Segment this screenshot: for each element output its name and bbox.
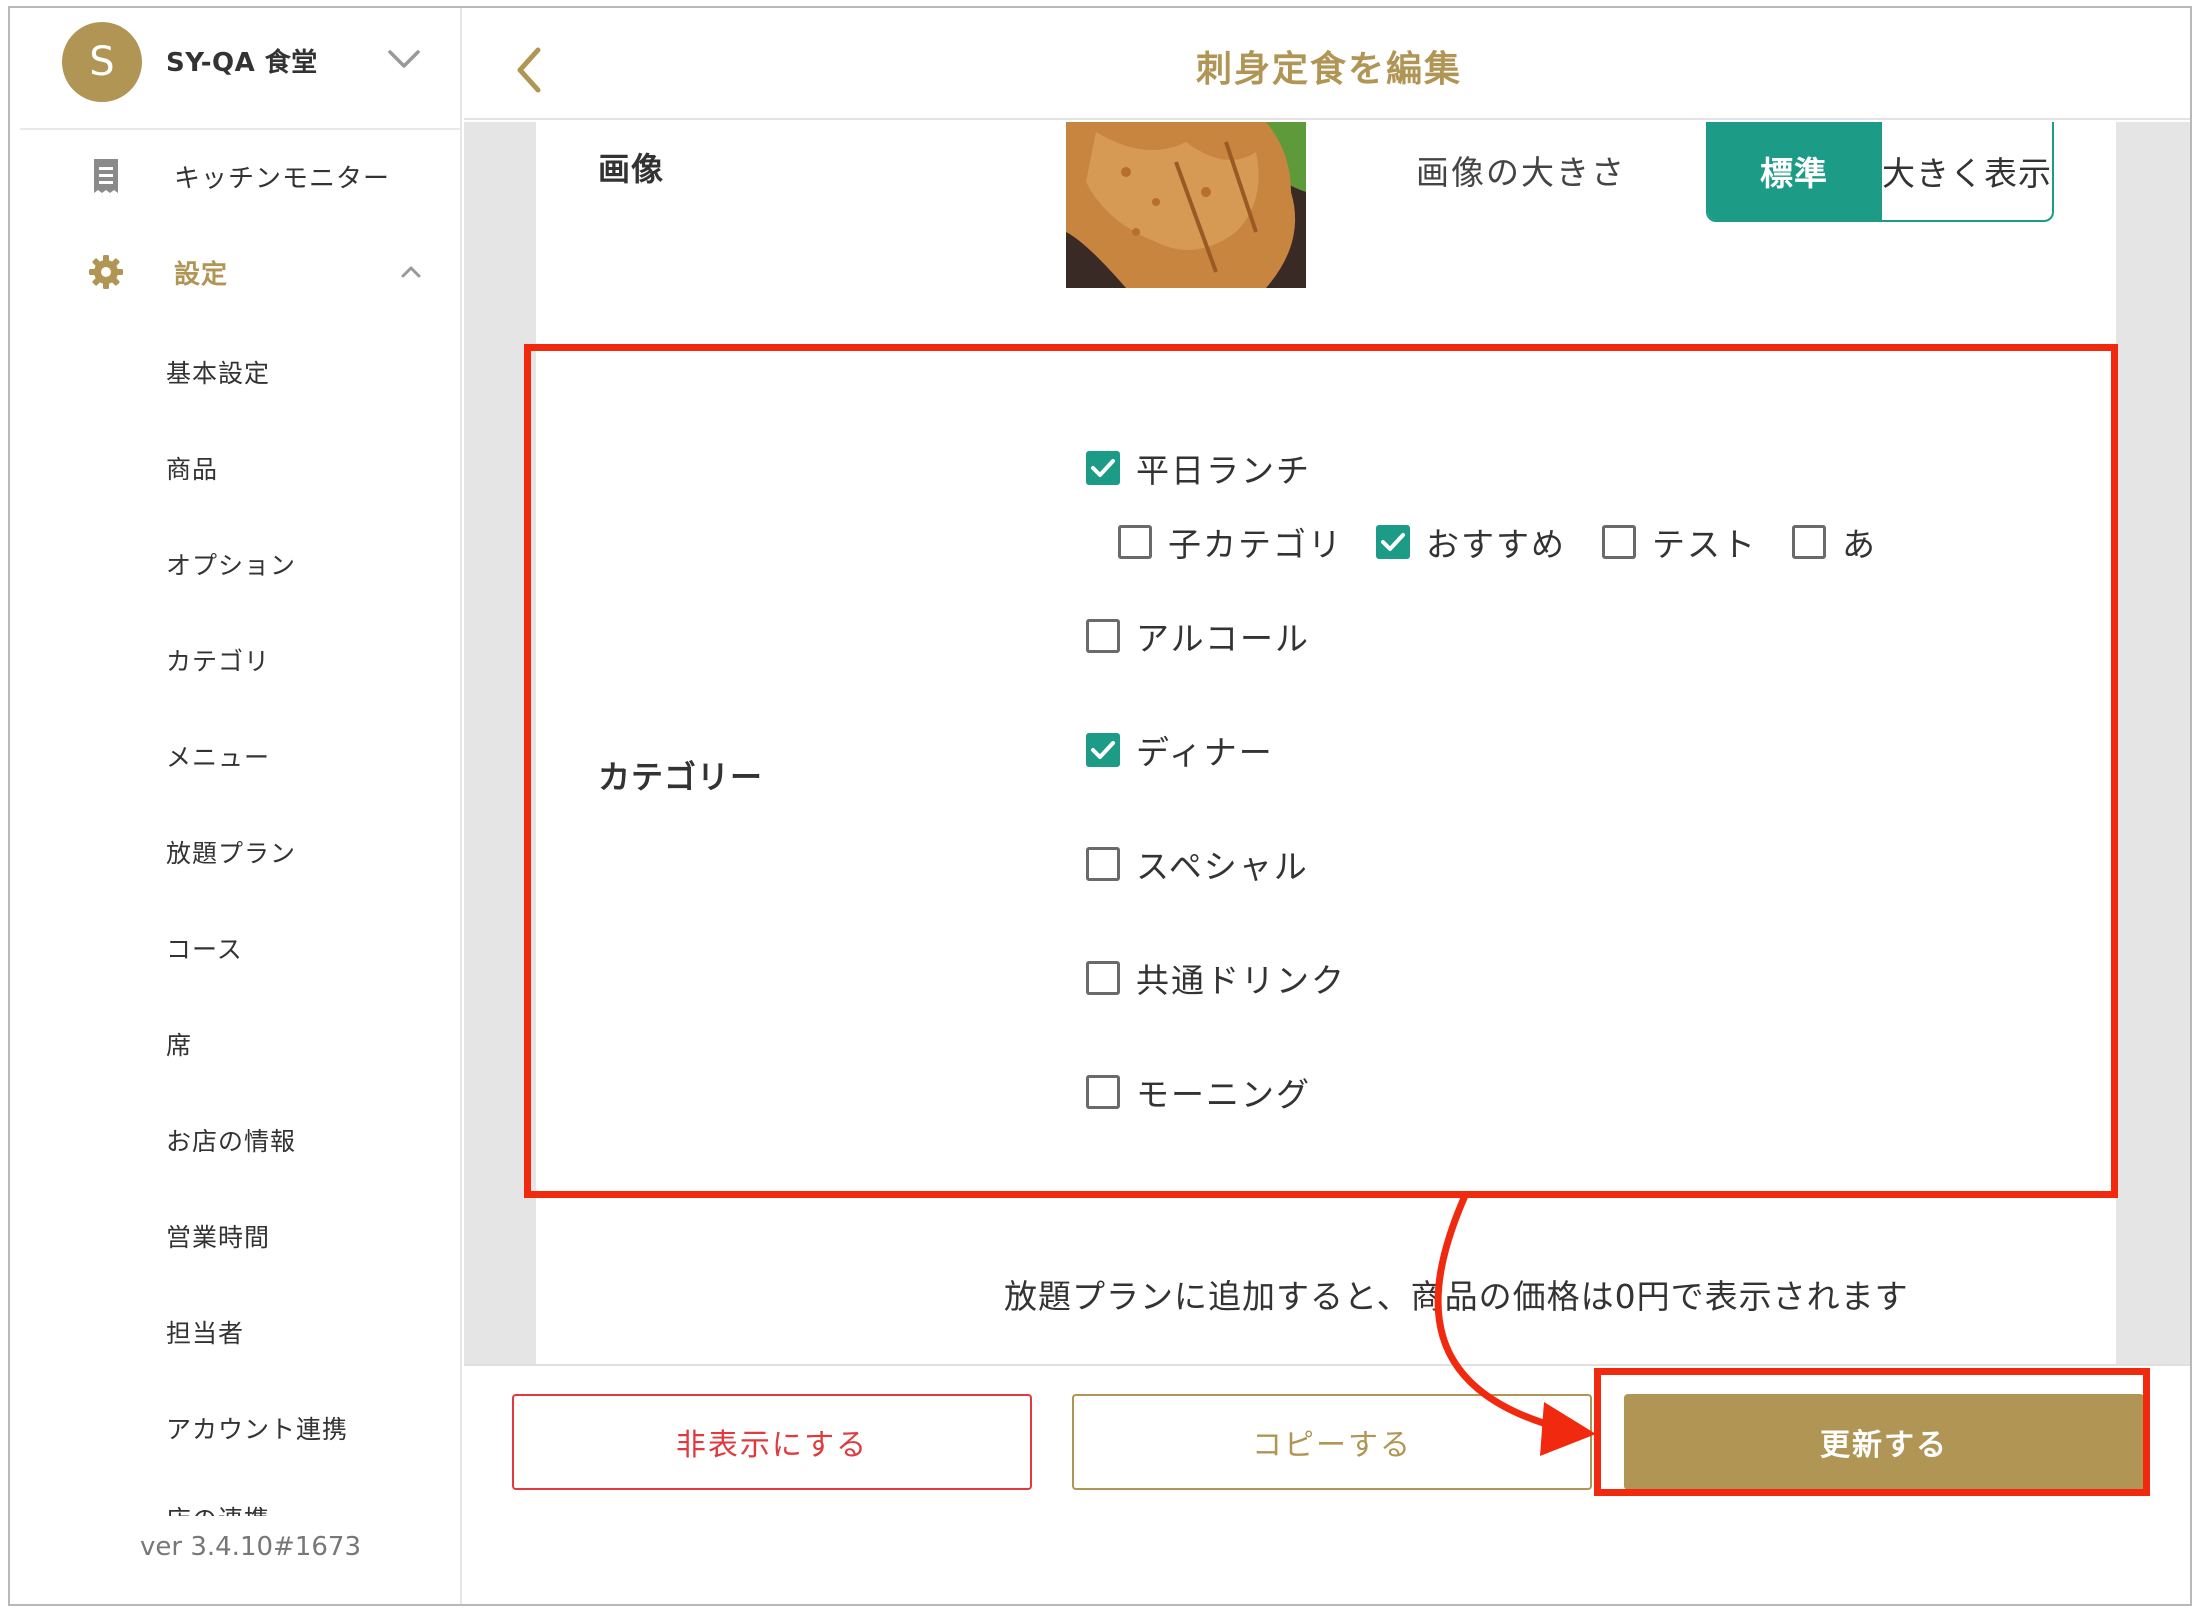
- category-checkbox[interactable]: 平日ランチ: [1086, 444, 1311, 492]
- category-checkbox[interactable]: アルコール: [1086, 612, 1310, 660]
- sidebar-subitem-label: 基本設定: [166, 359, 271, 388]
- sidebar-subitem-label: 商品: [166, 455, 219, 484]
- sidebar-subitem-label: お店の情報: [166, 1127, 297, 1156]
- checkbox-checked-icon[interactable]: [1376, 525, 1410, 559]
- sidebar-subitem-label: メニュー: [166, 743, 271, 772]
- sidebar-subitem-label: アカウント連携: [166, 1415, 349, 1444]
- image-size-label: 画像の大きさ: [1416, 153, 1626, 192]
- main-panel: 刺身定食を編集 画像 画像の大きさ 標準 大きく表示 カテゴリー 平日ランチ 子…: [464, 8, 2190, 1604]
- image-section-label: 画像: [598, 150, 665, 188]
- sidebar-subitem-staff[interactable]: 担当者: [10, 1300, 460, 1360]
- category-checkbox[interactable]: あ: [1792, 518, 1877, 566]
- sidebar-subitem-products[interactable]: 商品: [10, 436, 460, 496]
- checkbox-unchecked-icon[interactable]: [1086, 961, 1120, 995]
- sidebar-subitem-business-hours[interactable]: 営業時間: [10, 1204, 460, 1264]
- category-section-label: カテゴリー: [598, 758, 764, 796]
- checkbox-unchecked-icon[interactable]: [1086, 619, 1120, 653]
- sidebar-subitem-account-link[interactable]: アカウント連携: [10, 1396, 460, 1456]
- sidebar-subitem-label: 放題プラン: [166, 839, 297, 868]
- category-label: おすすめ: [1426, 525, 1566, 564]
- checkbox-unchecked-icon[interactable]: [1602, 525, 1636, 559]
- app-version: ver 3.4.10#1673: [140, 1532, 361, 1562]
- checkbox-checked-icon[interactable]: [1086, 451, 1120, 485]
- category-checkbox[interactable]: スペシャル: [1086, 840, 1309, 888]
- sidebar-subitem-all-you-can-plans[interactable]: 放題プラン: [10, 820, 460, 880]
- store-switcher[interactable]: S SY-QA 食堂: [10, 8, 462, 130]
- sidebar-subitem-partial[interactable]: 店の連携: [10, 1500, 460, 1516]
- content-scroll-area[interactable]: 画像 画像の大きさ 標準 大きく表示 カテゴリー 平日ランチ 子カテゴリ おすす…: [464, 122, 2190, 1364]
- sidebar-subitem-label: コース: [166, 935, 243, 964]
- sidebar-subitem-courses[interactable]: コース: [10, 916, 460, 976]
- sidebar-item-settings[interactable]: 設定: [10, 240, 460, 304]
- sidebar: S SY-QA 食堂 キッチンモニター 設定 基本設定 商品 オプション カテゴ…: [10, 8, 462, 1604]
- category-label: スペシャル: [1136, 847, 1309, 886]
- gear-icon: [89, 255, 123, 289]
- category-label: テスト: [1652, 525, 1757, 564]
- chevron-down-icon[interactable]: [386, 44, 422, 74]
- sidebar-subitem-label: カテゴリ: [166, 647, 271, 676]
- checkbox-unchecked-icon[interactable]: [1118, 525, 1152, 559]
- image-size-toggle: 標準 大きく表示: [1706, 122, 2054, 222]
- category-checkbox[interactable]: ディナー: [1086, 726, 1274, 774]
- category-label: モーニング: [1136, 1075, 1311, 1114]
- sidebar-subitem-label: オプション: [166, 551, 297, 580]
- sidebar-subitem-categories[interactable]: カテゴリ: [10, 628, 460, 688]
- sidebar-subitem-options[interactable]: オプション: [10, 532, 460, 592]
- sidebar-subitem-label: 営業時間: [166, 1223, 271, 1252]
- sidebar-item-kitchen-monitor[interactable]: キッチンモニター: [10, 144, 460, 208]
- image-size-large-button[interactable]: 大きく表示: [1880, 122, 2052, 220]
- sidebar-divider: [20, 128, 462, 130]
- app-window: S SY-QA 食堂 キッチンモニター 設定 基本設定 商品 オプション カテゴ…: [8, 6, 2192, 1606]
- sidebar-subitem-label: 担当者: [166, 1319, 245, 1348]
- sidebar-subitem-store-info[interactable]: お店の情報: [10, 1108, 460, 1168]
- category-label: 平日ランチ: [1136, 451, 1311, 490]
- receipt-icon: [94, 159, 118, 193]
- update-button[interactable]: 更新する: [1624, 1394, 2144, 1490]
- sidebar-subitem-seats[interactable]: 席: [10, 1012, 460, 1072]
- checkbox-unchecked-icon[interactable]: [1792, 525, 1826, 559]
- sidebar-subitem-label: 店の連携: [166, 1500, 270, 1516]
- sidebar-item-label: 設定: [174, 259, 229, 290]
- sidebar-subitem-label: 席: [166, 1031, 193, 1060]
- price-note: 放題プランに追加すると、商品の価格は0円で表示されます: [1004, 1277, 1909, 1316]
- category-checkbox[interactable]: モーニング: [1086, 1068, 1311, 1116]
- image-size-standard-button[interactable]: 標準: [1708, 122, 1880, 220]
- sidebar-subitem-menu[interactable]: メニュー: [10, 724, 460, 784]
- category-label: 子カテゴリ: [1168, 525, 1343, 564]
- sidebar-item-label: キッチンモニター: [174, 163, 391, 194]
- sidebar-subitem-basic-settings[interactable]: 基本設定: [10, 340, 460, 400]
- product-thumbnail[interactable]: [1066, 122, 1306, 288]
- store-avatar: S: [62, 22, 142, 102]
- checkbox-checked-icon[interactable]: [1086, 733, 1120, 767]
- category-label: アルコール: [1136, 619, 1311, 658]
- edit-form-card: 画像 画像の大きさ 標準 大きく表示 カテゴリー 平日ランチ 子カテゴリ おすす…: [536, 122, 2116, 1364]
- checkbox-unchecked-icon[interactable]: [1086, 1075, 1120, 1109]
- checkbox-unchecked-icon[interactable]: [1086, 847, 1120, 881]
- store-name: SY-QA 食堂: [166, 48, 318, 78]
- category-checkbox[interactable]: 共通ドリンク: [1086, 954, 1346, 1002]
- category-label: 共通ドリンク: [1136, 961, 1346, 1000]
- chevron-up-icon[interactable]: [398, 262, 424, 282]
- copy-button[interactable]: コピーする: [1072, 1394, 1592, 1490]
- hide-button[interactable]: 非表示にする: [512, 1394, 1032, 1490]
- category-checkbox[interactable]: テスト: [1602, 518, 1757, 566]
- page-header: 刺身定食を編集: [464, 8, 2190, 120]
- action-footer: 非表示にする コピーする 更新する: [464, 1364, 2190, 1604]
- category-label: ディナー: [1136, 733, 1274, 772]
- category-checkbox[interactable]: おすすめ: [1376, 518, 1566, 566]
- page-title: 刺身定食を編集: [1195, 49, 1462, 90]
- category-checkbox[interactable]: 子カテゴリ: [1118, 518, 1343, 566]
- category-label: あ: [1842, 525, 1877, 564]
